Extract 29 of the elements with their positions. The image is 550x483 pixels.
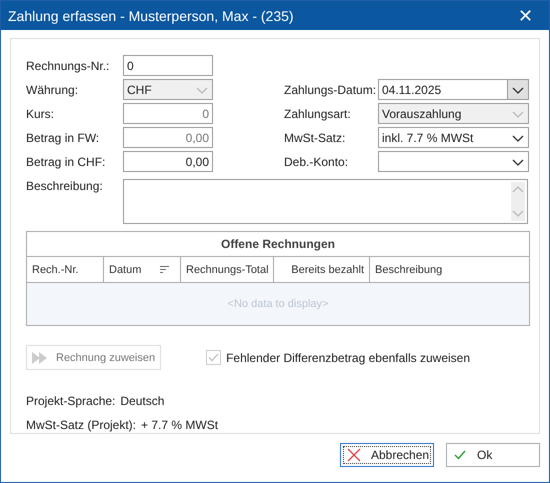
field-label: Währung: bbox=[26, 82, 80, 96]
close-button[interactable]: ✕ bbox=[514, 4, 537, 26]
column-header[interactable]: Datum bbox=[104, 257, 181, 282]
input-field[interactable]: 0,00 bbox=[123, 151, 213, 172]
column-header[interactable]: Rech.-Nr. bbox=[27, 257, 104, 282]
info-value: Deutsch bbox=[120, 394, 164, 408]
info-value: + 7.7 % MWSt bbox=[141, 418, 218, 432]
checkbox-label: Fehlender Differenzbetrag ebenfalls zuweisen bbox=[226, 350, 470, 364]
column-header[interactable]: Beschreibung bbox=[370, 257, 529, 282]
field-label: Deb.-Konto: bbox=[284, 154, 350, 168]
field-label: Rechnungs-Nr.: bbox=[26, 58, 110, 72]
input-field[interactable]: 0 bbox=[123, 55, 213, 76]
info-label: Projekt-Sprache: bbox=[26, 394, 116, 408]
cancel-button[interactable]: Abbrechen bbox=[340, 443, 434, 467]
date-field[interactable]: 04.11.2025 bbox=[378, 79, 529, 100]
field-label: Betrag in CHF: bbox=[26, 154, 106, 168]
field-label: Zahlungs-Datum: bbox=[284, 82, 378, 96]
ok-button[interactable]: Ok bbox=[446, 443, 540, 467]
field-label: Zahlungsart: bbox=[284, 106, 352, 120]
column-header[interactable]: Rechnungs-Total bbox=[181, 257, 274, 282]
field-label: Kurs: bbox=[26, 106, 56, 120]
dropdown-field[interactable]: inkl. 7.7 % MWSt bbox=[378, 127, 529, 148]
field-label: Beschreibung: bbox=[26, 179, 104, 195]
field-label: MwSt-Satz: bbox=[284, 130, 346, 144]
grid-title: Offene Rechnungen bbox=[27, 232, 529, 257]
info-label: MwSt-Satz (Projekt): bbox=[26, 418, 136, 432]
column-header[interactable]: Bereits bezahlt bbox=[274, 257, 370, 282]
field-label: Betrag in FW: bbox=[26, 130, 100, 144]
window-title: Zahlung erfassen - Musterperson, Max - (235) bbox=[8, 8, 294, 24]
